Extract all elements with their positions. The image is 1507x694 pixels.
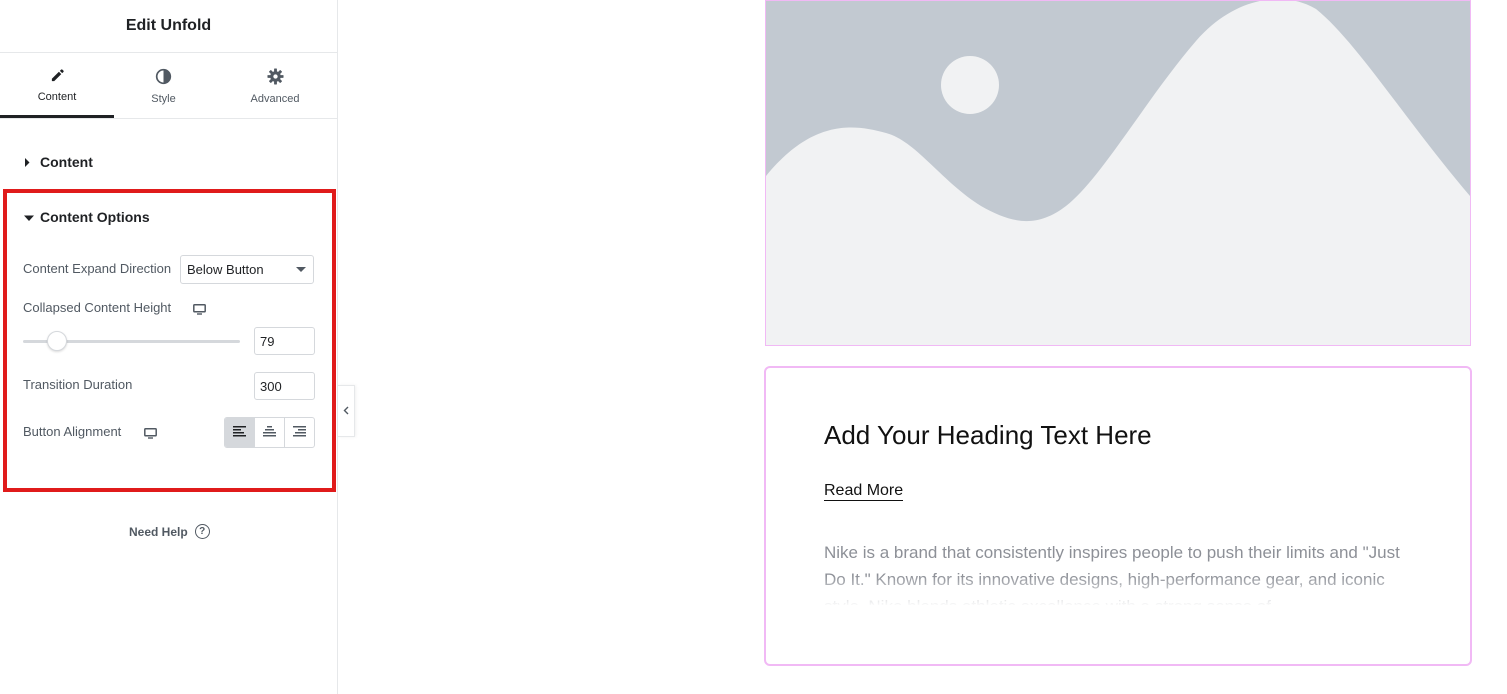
collapsed-height-slider-handle[interactable] <box>47 331 67 351</box>
read-more-button[interactable]: Read More <box>824 482 904 501</box>
panel-title: Edit Unfold <box>0 0 337 53</box>
button-alignment-group <box>224 417 315 448</box>
align-left-button[interactable] <box>225 418 254 447</box>
tab-content[interactable]: Content <box>0 53 114 118</box>
tab-advanced[interactable]: Advanced <box>213 53 337 118</box>
panel-tabs: Content Style Advanced <box>0 53 337 119</box>
unfold-heading: Add Your Heading Text Here <box>824 420 1152 450</box>
caret-down-icon <box>24 209 34 225</box>
image-placeholder-icon <box>766 1 1470 345</box>
transition-duration-label: Transition Duration <box>23 377 133 392</box>
need-help-label: Need Help <box>129 524 188 539</box>
desktop-icon[interactable] <box>144 426 157 444</box>
section-content-options-title: Content Options <box>40 209 150 225</box>
unfold-paragraph: Nike is a brand that consistently inspir… <box>824 543 1400 605</box>
align-right-button[interactable] <box>284 418 314 447</box>
image-placeholder[interactable] <box>765 0 1471 346</box>
chevron-down-icon <box>296 267 306 272</box>
expand-direction-value: Below Button <box>187 262 264 277</box>
section-content-title: Content <box>40 154 93 170</box>
align-right-icon <box>293 424 306 442</box>
panel-title-text: Edit Unfold <box>125 17 212 34</box>
section-content-options-header[interactable]: Content Options <box>24 209 150 225</box>
question-circle-icon: ? <box>194 524 210 539</box>
align-left-icon <box>233 424 246 442</box>
expand-direction-label: Content Expand Direction <box>23 261 172 276</box>
desktop-icon[interactable] <box>193 302 206 320</box>
tab-advanced-label: Advanced <box>250 92 300 105</box>
need-help-link[interactable]: Need Help ? <box>129 524 210 539</box>
tab-content-label: Content <box>37 91 77 103</box>
align-center-button[interactable] <box>254 418 284 447</box>
panel-collapse-button[interactable] <box>338 385 355 437</box>
align-center-icon <box>263 424 276 442</box>
gear-icon <box>266 67 284 87</box>
caret-right-icon <box>24 154 32 170</box>
expand-direction-select[interactable]: Below Button <box>180 255 314 284</box>
section-content-header[interactable]: Content <box>24 154 93 170</box>
tab-style[interactable]: Style <box>114 53 213 118</box>
pencil-icon <box>50 65 65 85</box>
unfold-widget: Add Your Heading Text Here Read More Nik… <box>764 366 1472 666</box>
tab-style-label: Style <box>151 92 176 105</box>
half-circle-icon <box>155 67 172 87</box>
collapsed-height-label: Collapsed Content Height <box>23 300 172 315</box>
button-alignment-label: Button Alignment <box>23 424 122 439</box>
transition-duration-input[interactable] <box>254 372 315 400</box>
collapsed-height-input[interactable] <box>254 327 315 355</box>
chevron-left-icon <box>343 402 349 420</box>
